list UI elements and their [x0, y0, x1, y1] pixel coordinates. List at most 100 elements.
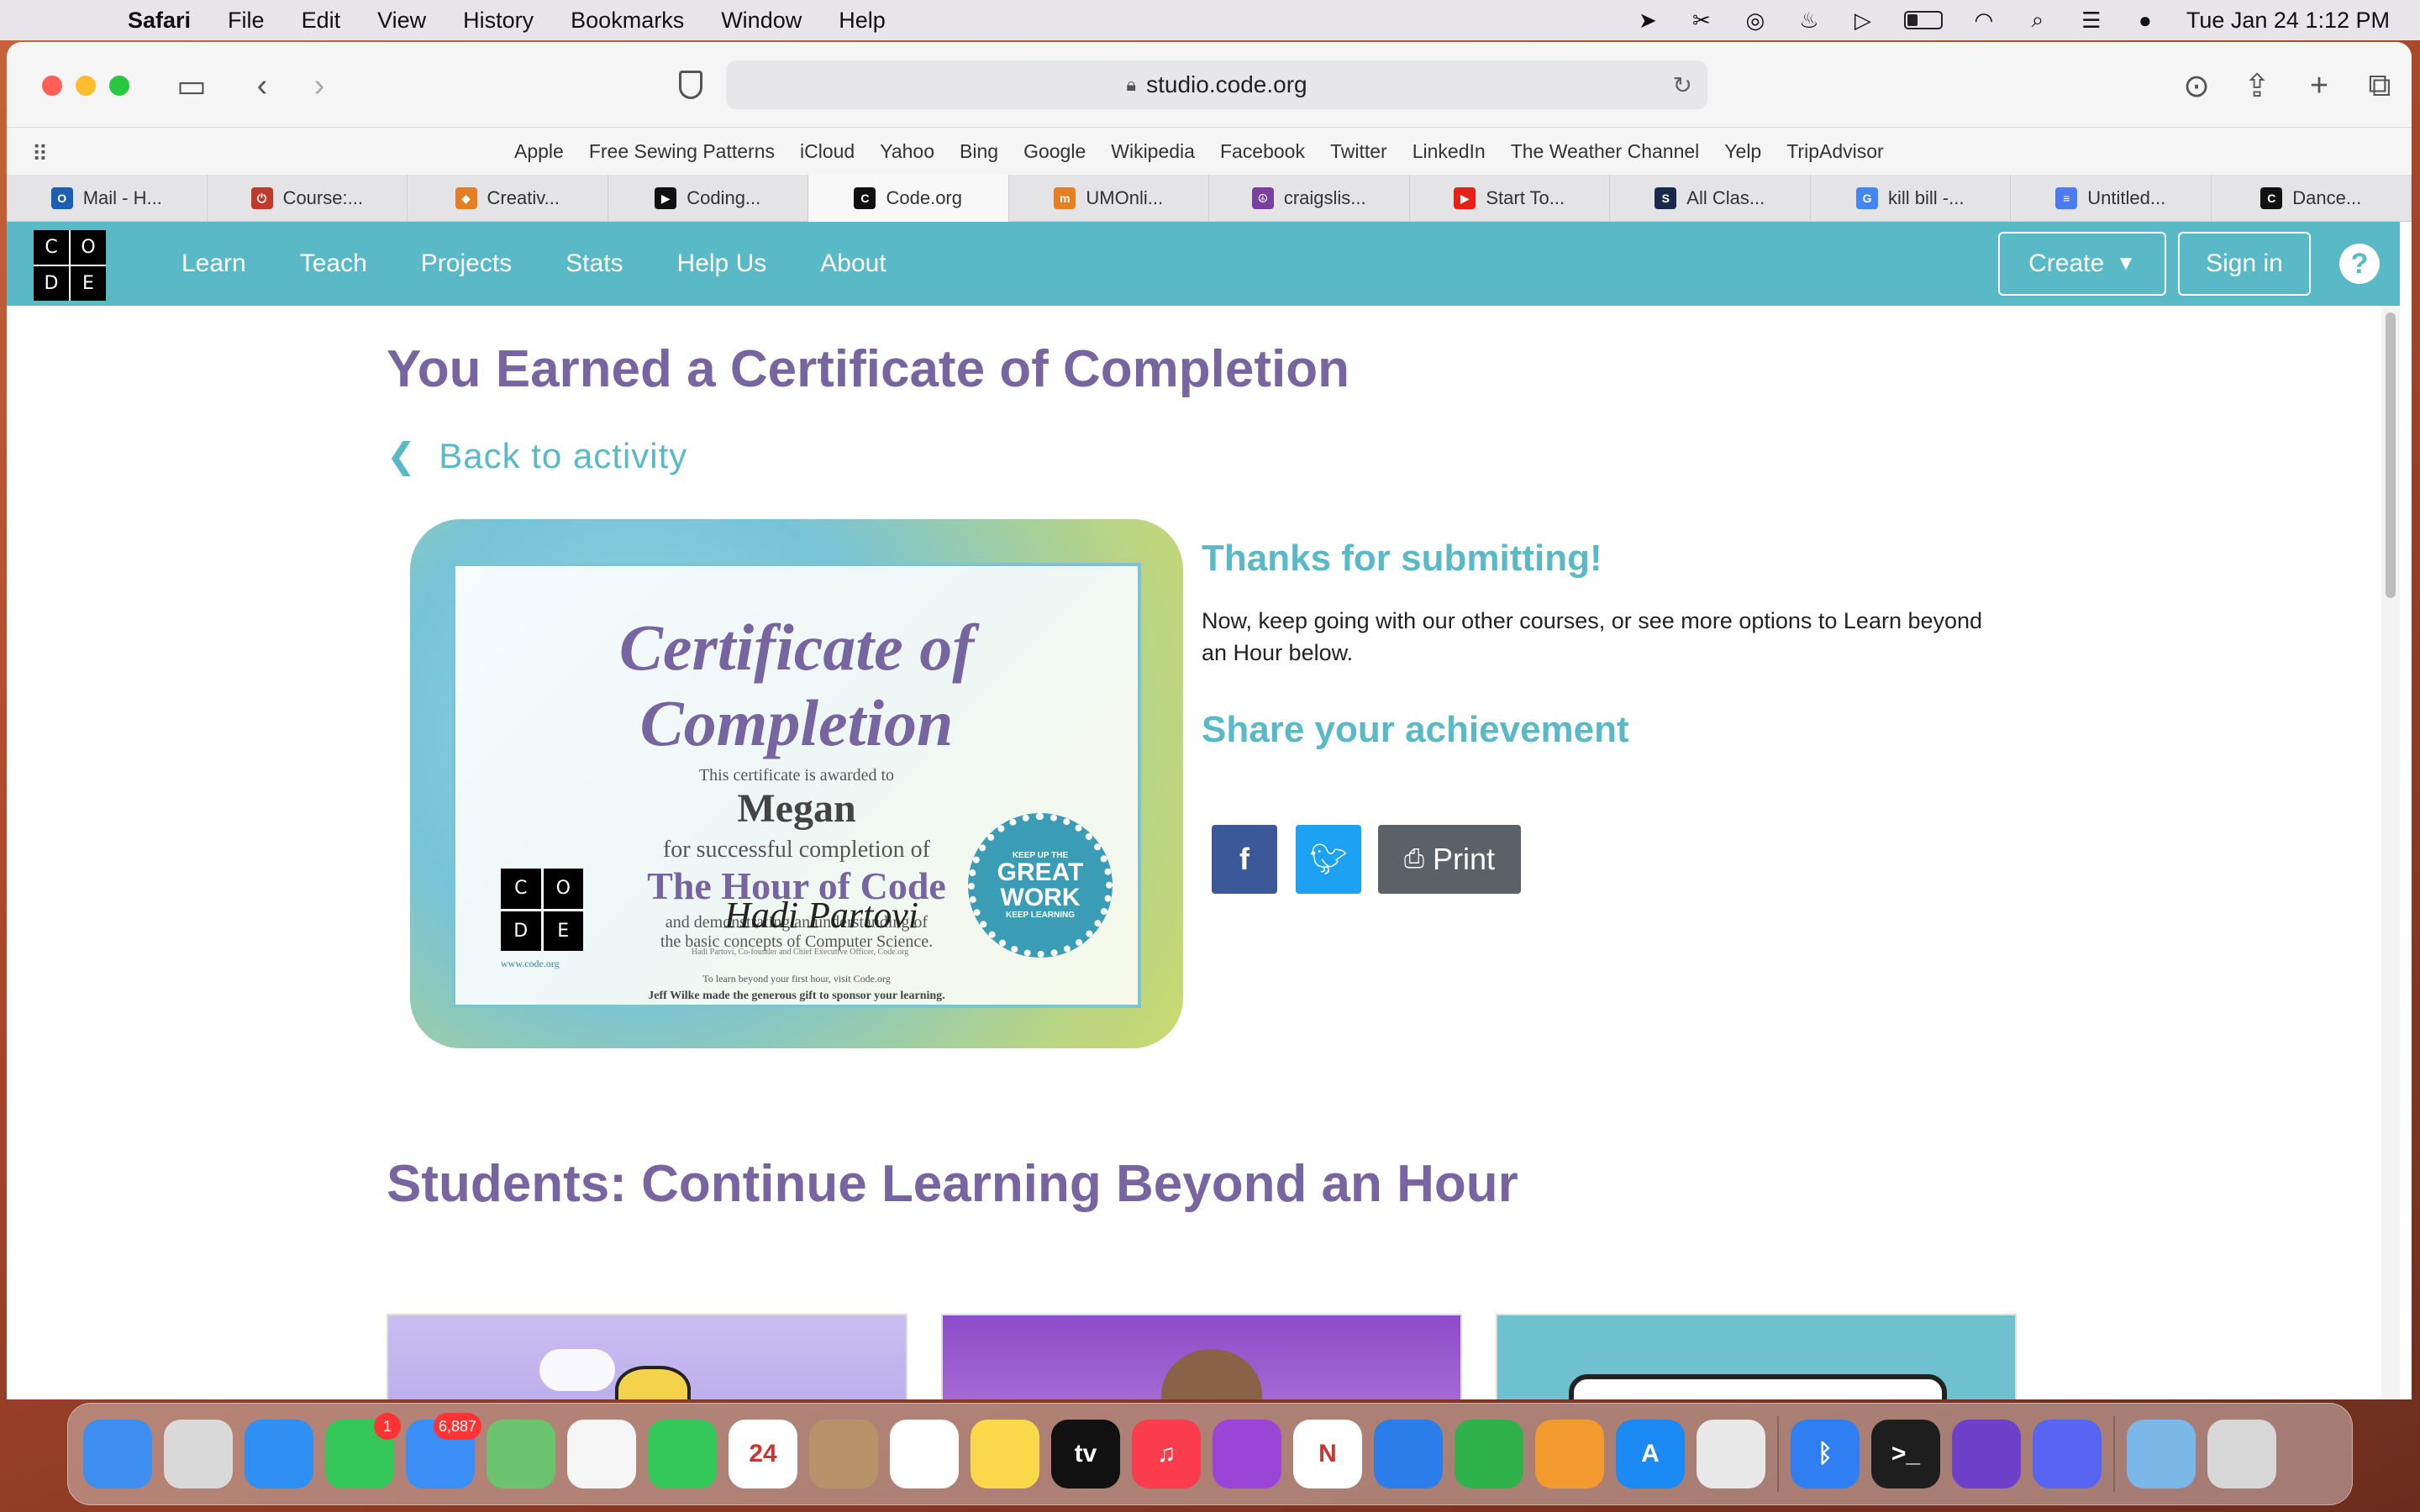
browser-tab[interactable]: ◆ Creativ...: [408, 175, 608, 222]
browser-tab[interactable]: ▶ Start To...: [1410, 175, 1610, 222]
back-to-activity-link[interactable]: ❮ Back to activity: [387, 435, 687, 476]
browser-tab[interactable]: C Dance...: [2212, 175, 2412, 222]
calendar-icon[interactable]: 24: [729, 1420, 797, 1488]
reminders-icon[interactable]: [890, 1420, 959, 1488]
flame-icon[interactable]: ♨: [1797, 8, 1822, 33]
terminal-icon[interactable]: >_: [1871, 1420, 1940, 1488]
downloads-icon[interactable]: [2127, 1420, 2196, 1488]
downloads-icon[interactable]: ⊙: [2175, 64, 2218, 108]
favorite-link[interactable]: Yelp: [1724, 140, 1761, 163]
forward-arrow-icon[interactable]: ›: [297, 64, 341, 108]
favorite-link[interactable]: Bing: [960, 140, 998, 163]
favorite-link[interactable]: Free Sewing Patterns: [589, 140, 775, 163]
location-icon[interactable]: ➤: [1635, 8, 1660, 33]
launchpad-icon[interactable]: [164, 1420, 233, 1488]
print-button[interactable]: ⎙ Print: [1378, 825, 1521, 894]
menu-bookmarks[interactable]: Bookmarks: [571, 8, 684, 34]
course-card-flappy[interactable]: [387, 1314, 908, 1399]
safari-icon[interactable]: [245, 1420, 313, 1488]
browser-tab[interactable]: ≡ Untitled...: [2011, 175, 2212, 222]
contacts-icon[interactable]: [809, 1420, 878, 1488]
favorite-link[interactable]: LinkedIn: [1413, 140, 1486, 163]
menu-file[interactable]: File: [228, 8, 265, 34]
favorite-link[interactable]: Apple: [514, 140, 564, 163]
menu-window[interactable]: Window: [721, 8, 802, 34]
numbers-icon[interactable]: [1455, 1420, 1523, 1488]
scissors-icon[interactable]: ✂: [1689, 8, 1714, 33]
nav-stats[interactable]: Stats: [566, 249, 623, 278]
battery-icon[interactable]: [1903, 11, 1943, 29]
browser-tab[interactable]: m UMOnli...: [1009, 175, 1209, 222]
course-card-dance[interactable]: [941, 1314, 1462, 1399]
menu-history[interactable]: History: [463, 8, 534, 34]
browser-tab[interactable]: ☮ craigslis...: [1209, 175, 1410, 222]
browser-tab[interactable]: ⏻ Course:...: [208, 175, 408, 222]
messages-icon[interactable]: 1: [325, 1413, 401, 1488]
browser-tab[interactable]: S All Clas...: [1610, 175, 1811, 222]
new-tab-icon[interactable]: +: [2297, 64, 2341, 108]
code-org-logo[interactable]: C O D E: [34, 230, 106, 301]
sidebar-toggle-icon[interactable]: ▭: [170, 64, 213, 108]
finder-icon[interactable]: [83, 1420, 152, 1488]
pages-icon[interactable]: [1535, 1420, 1604, 1488]
photos-icon[interactable]: [567, 1420, 636, 1488]
favorite-link[interactable]: TripAdvisor: [1786, 140, 1883, 163]
create-button[interactable]: Create ▼: [1998, 232, 2166, 296]
favorite-link[interactable]: iCloud: [800, 140, 855, 163]
menu-help[interactable]: Help: [839, 8, 886, 34]
favorite-link[interactable]: Twitter: [1330, 140, 1387, 163]
menu-clock[interactable]: Tue Jan 24 1:12 PM: [2186, 8, 2390, 34]
control-center-icon[interactable]: ☰: [2079, 8, 2104, 33]
browser-tab[interactable]: O Mail - H...: [7, 175, 208, 222]
play-icon[interactable]: ▷: [1850, 8, 1876, 33]
twitter-share-button[interactable]: 🐦︎: [1296, 825, 1361, 894]
favorites-grid-icon[interactable]: ⠿: [32, 141, 48, 167]
browser-tab[interactable]: ▶ Coding...: [608, 175, 808, 222]
facetime-icon[interactable]: [648, 1420, 717, 1488]
close-window-button[interactable]: [42, 76, 62, 96]
notes-icon[interactable]: [971, 1420, 1039, 1488]
favorite-link[interactable]: Yahoo: [880, 140, 934, 163]
facebook-share-button[interactable]: f: [1212, 825, 1277, 894]
address-bar[interactable]: 🔒︎ studio.code.org ↻: [726, 60, 1707, 109]
tab-overview-icon[interactable]: ⧉: [2358, 64, 2402, 108]
reload-icon[interactable]: ↻: [1673, 71, 1692, 99]
creative-cloud-icon[interactable]: ◎: [1743, 8, 1768, 33]
search-icon[interactable]: ⌕: [2025, 7, 2050, 33]
nav-about[interactable]: About: [820, 249, 886, 278]
sign-in-button[interactable]: Sign in: [2178, 232, 2311, 296]
nav-help-us[interactable]: Help Us: [677, 249, 767, 278]
podcasts-icon[interactable]: [1213, 1420, 1281, 1488]
back-arrow-icon[interactable]: ‹: [240, 64, 284, 108]
privacy-shield-icon[interactable]: [679, 71, 702, 99]
favorite-link[interactable]: Google: [1023, 140, 1086, 163]
browser-tab[interactable]: C Code.org: [808, 175, 1009, 222]
nav-projects[interactable]: Projects: [421, 249, 512, 278]
wifi-icon[interactable]: ◠: [1971, 8, 1996, 33]
browser-tab[interactable]: Gkill bill -...: [1811, 175, 2011, 222]
course-card-app[interactable]: [1496, 1314, 2017, 1399]
minimize-window-button[interactable]: [76, 76, 96, 96]
music-icon[interactable]: ♫: [1132, 1420, 1201, 1488]
chrome-icon[interactable]: [1697, 1420, 1765, 1488]
appletv-icon[interactable]: tv: [1051, 1420, 1120, 1488]
trash-icon[interactable]: [2207, 1420, 2276, 1488]
help-icon[interactable]: ?: [2339, 244, 2380, 284]
mail-icon[interactable]: 6,887: [406, 1413, 481, 1488]
favorite-link[interactable]: Facebook: [1220, 140, 1305, 163]
scroll-thumb[interactable]: [2386, 312, 2396, 598]
discord-icon[interactable]: [2033, 1420, 2102, 1488]
news-icon[interactable]: N: [1293, 1420, 1362, 1488]
maps-icon[interactable]: [487, 1420, 555, 1488]
share-icon[interactable]: ⇪: [2235, 64, 2279, 108]
zoom-window-button[interactable]: [109, 76, 129, 96]
nav-teach[interactable]: Teach: [300, 249, 367, 278]
github-icon[interactable]: [1952, 1420, 2021, 1488]
bluetooth-icon[interactable]: ᛒ: [1791, 1420, 1860, 1488]
menu-edit[interactable]: Edit: [302, 8, 341, 34]
page-scrollbar[interactable]: [2381, 306, 2400, 1399]
menu-view[interactable]: View: [377, 8, 426, 34]
appstore-icon[interactable]: A: [1616, 1420, 1685, 1488]
nav-learn[interactable]: Learn: [182, 249, 246, 278]
siri-icon[interactable]: ●: [2133, 8, 2158, 33]
